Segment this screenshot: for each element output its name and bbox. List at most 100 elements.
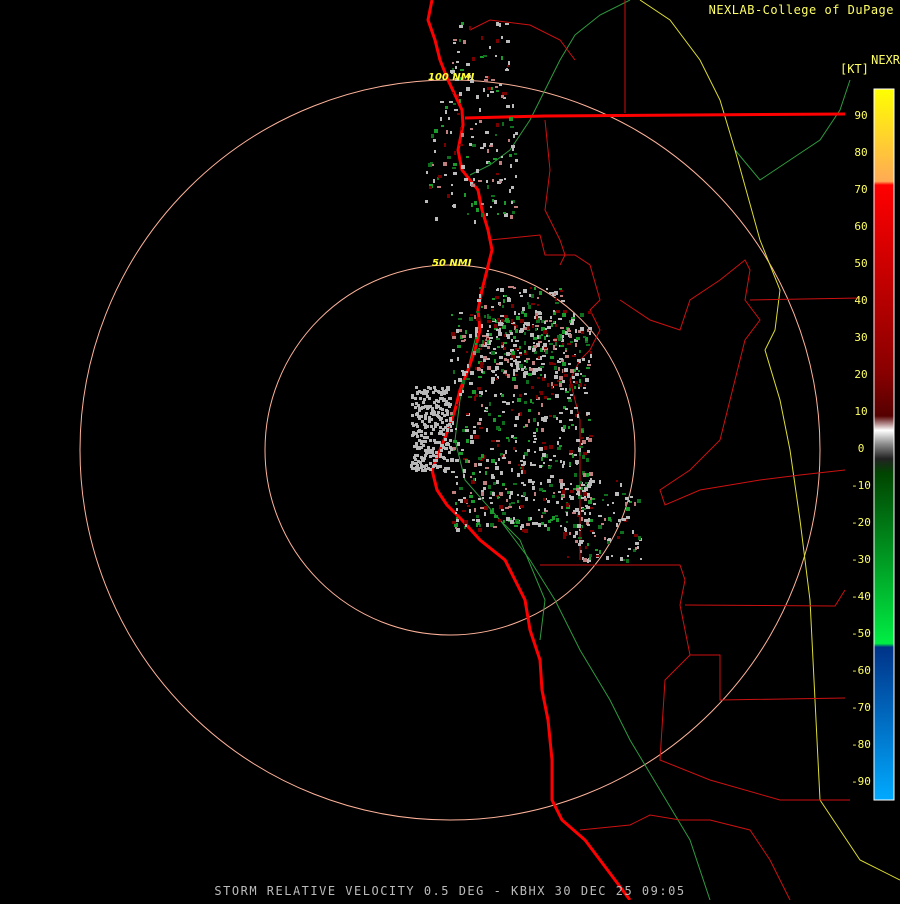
echo-pixel [480,355,483,358]
clutter-pixel [411,403,414,406]
echo-pixel [530,517,532,520]
echo-pixel [581,331,584,334]
clutter-pixel [441,387,444,390]
echo-pixel [499,84,502,86]
echo-pixel [622,493,626,495]
echo-pixel [534,492,536,496]
echo-pixel [575,540,578,543]
echo-pixel [453,163,457,166]
echo-pixel [476,95,479,99]
clutter-pixel [427,446,430,449]
echo-pixel [527,326,529,330]
echo-pixel [501,342,503,345]
echo-pixel [481,306,483,308]
echo-pixel [504,353,506,355]
echo-pixel [489,497,492,499]
echo-pixel [587,450,590,453]
echo-pixel [483,143,486,147]
echo-pixel [535,310,537,312]
echo-pixel [547,479,551,483]
echo-pixel [475,329,478,333]
clutter-pixel [444,403,447,406]
echo-pixel [586,506,590,509]
echo-pixel [585,341,588,343]
echo-pixel [550,475,554,478]
echo-pixel [588,419,591,421]
echo-pixel [474,435,478,439]
echo-pixel [589,435,593,437]
echo-pixel [555,460,558,462]
clutter-pixel [449,417,452,420]
echo-pixel [470,440,474,444]
echo-pixel [444,143,446,147]
echo-pixel [500,471,503,475]
echo-pixel [494,394,497,397]
echo-pixel [523,461,526,465]
echo-pixel [461,370,464,372]
echo-pixel [487,185,489,189]
echo-pixel [462,390,464,393]
echo-pixel [533,418,536,422]
echo-pixel [590,519,593,522]
echo-pixel [485,131,489,134]
echo-pixel [473,178,475,181]
echo-pixel [451,314,453,316]
echo-pixel [615,492,619,496]
echo-pixel [528,440,530,442]
echo-pixel [497,213,499,215]
echo-pixel [533,499,535,501]
echo-pixel [583,492,587,496]
echo-pixel [628,548,631,550]
echo-pixel [572,512,576,514]
echo-pixel [500,288,504,292]
echo-pixel [587,329,589,332]
echo-pixel [545,350,548,354]
clutter-pixel [437,405,440,408]
echo-pixel [476,519,480,522]
echo-pixel [576,439,580,442]
echo-pixel [510,491,513,495]
echo-pixel [486,180,488,183]
echo-pixel [554,366,557,370]
legend-tick: 10 [854,405,868,418]
echo-pixel [467,213,469,215]
echo-pixel [549,484,553,487]
echo-pixel [578,387,580,389]
echo-pixel [575,381,578,384]
echo-pixel [470,476,472,478]
echo-pixel [482,497,484,499]
echo-pixel [576,367,578,370]
echo-pixel [526,322,530,326]
echo-pixel [561,506,563,509]
echo-pixel [501,95,504,98]
clutter-pixel [439,397,442,400]
echo-pixel [453,204,456,208]
echo-pixel [523,426,525,428]
echo-pixel [524,350,526,353]
echo-pixel [458,318,462,320]
echo-pixel [495,374,497,376]
echo-pixel [526,380,529,384]
clutter-pixel [422,392,425,395]
echo-pixel [490,206,492,208]
echo-pixel [517,398,521,402]
clutter-pixel [440,431,443,434]
echo-pixel [465,524,467,527]
echo-pixel [514,311,516,315]
echo-pixel [452,92,454,94]
echo-pixel [580,313,584,317]
echo-pixel [560,345,564,347]
echo-pixel [467,364,469,368]
clutter-pixel [440,449,443,452]
clutter-pixel [435,451,438,454]
echo-pixel [511,409,513,411]
echo-pixel [533,337,537,340]
echo-pixel [562,464,564,468]
echo-pixel [451,471,455,473]
echo-pixel [627,555,629,557]
echo-pixel [549,343,553,345]
echo-pixel [543,462,545,464]
echo-pixel [537,377,540,379]
echo-pixel [559,412,563,414]
echo-pixel [461,133,464,137]
